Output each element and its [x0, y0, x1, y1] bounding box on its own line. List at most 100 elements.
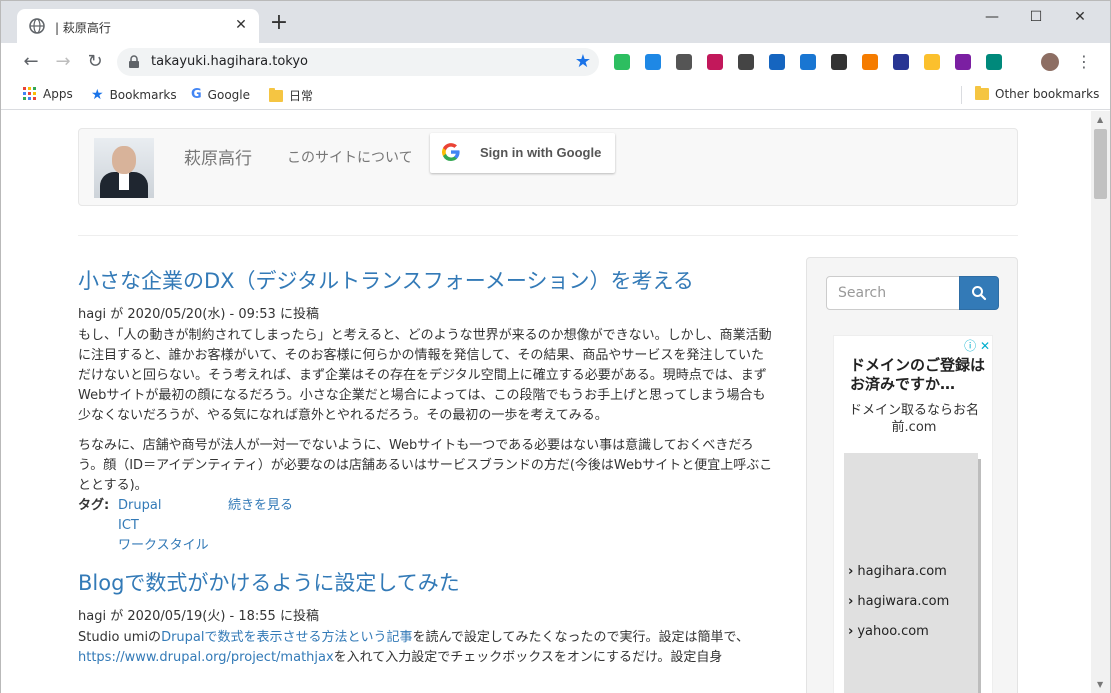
ad-subtext: ドメイン取るならお名前.com	[848, 403, 979, 435]
bookmark-apps[interactable]: Apps	[23, 87, 73, 101]
ad-scroll-bar	[978, 459, 981, 693]
page-scrollbar[interactable]: ▲ ▼	[1091, 111, 1110, 693]
tab-title: | 萩原高行	[55, 21, 111, 35]
chevron-right-icon: ›	[848, 564, 854, 579]
ad-link-label: yahoo.com	[857, 624, 929, 639]
key-extension-icon[interactable]	[831, 54, 847, 70]
url-text: takayuki.hagihara.tokyo	[151, 54, 309, 69]
article-inline-link[interactable]: Drupalで数式を表示させる方法という記事	[161, 630, 412, 645]
address-bar[interactable]: takayuki.hagihara.tokyo ★	[117, 48, 599, 76]
bookmark-star-icon[interactable]: ★	[575, 52, 591, 72]
google-signin-label: Sign in with Google	[480, 145, 602, 160]
tag-link[interactable]: Drupal	[118, 496, 161, 516]
article-tags: タグ: Drupal ICT ワークスタイル 続きを見る	[78, 496, 773, 558]
article-body: Studio umiのDrupalで数式を表示させる方法という記事を読んで設定し…	[78, 628, 773, 668]
ad-headline: ドメインのご登録はお済みですか…	[850, 356, 986, 393]
sidebar: Search ⓘ ✕ ドメインのご登録はお済みですか… ドメイン取るならお名前.…	[806, 257, 1018, 693]
article-paragraph: Studio umiのDrupalで数式を表示させる方法という記事を読んで設定し…	[78, 628, 773, 668]
article-title-link[interactable]: Blogで数式がかけるように設定してみた	[78, 568, 773, 598]
tab-close-icon[interactable]: ✕	[233, 17, 249, 33]
tab-strip: | 萩原高行 ✕ + — ☐ ✕	[1, 1, 1110, 43]
google-g-icon: G	[191, 87, 202, 102]
ad-link-label: hagiwara.com	[857, 594, 950, 609]
folder-icon	[269, 87, 283, 102]
article: 小さな企業のDX（デジタルトランスフォーメーション）を考える hagi が 20…	[78, 266, 773, 558]
a-extension-icon[interactable]	[986, 54, 1002, 70]
google-signin-button[interactable]: Sign in with Google	[430, 133, 615, 173]
article-paragraph: ちなみに、店舗や商号が法人が一対一でないように、Webサイトも一つである必要はな…	[78, 438, 773, 493]
text-span: を入れて入力設定でチェックボックスをオンにするだけ。設定自身	[333, 650, 723, 665]
article-paragraph: もし、「人の動きが制約されてしまったら」と考えると、どのような世界が来るのか想像…	[78, 328, 772, 423]
bookmark-bookmarks[interactable]: ★ Bookmarks	[91, 87, 177, 103]
triangle-extension-icon[interactable]	[800, 54, 816, 70]
tags-label: タグ:	[78, 498, 110, 513]
search-input[interactable]: Search	[826, 276, 960, 310]
id-extension-icon[interactable]	[769, 54, 785, 70]
avatar-face	[112, 146, 136, 174]
ad-link-label: hagihara.com	[857, 564, 947, 579]
ad-link[interactable]: › yahoo.com	[848, 624, 929, 639]
new-tab-button[interactable]: +	[269, 12, 289, 34]
circle-extension-icon[interactable]	[676, 54, 692, 70]
star-icon: ★	[91, 87, 104, 103]
bookmark-google-label: Google	[207, 87, 250, 102]
search-icon	[972, 286, 987, 301]
scrollbar-thumb[interactable]	[1094, 129, 1107, 199]
chevron-right-icon: ›	[848, 594, 854, 609]
text-span: Studio umiの	[78, 630, 162, 645]
maximize-button[interactable]: ☐	[1013, 7, 1059, 27]
edge-extension-icon[interactable]	[645, 54, 661, 70]
bookmark-other-label: Other bookmarks	[995, 87, 1100, 101]
article-meta: hagi が 2020/05/19(火) - 18:55 に投稿	[78, 609, 319, 624]
divider	[78, 235, 1018, 236]
text-span: を読んで設定してみたくなったので実行。設定は簡単で、	[412, 630, 749, 645]
site-navbar: 萩原高行 このサイトについて Sign in with Google	[78, 128, 1018, 206]
folder-icon	[975, 86, 989, 100]
forward-arrow-icon[interactable]: →	[51, 50, 75, 74]
clipboard-extension-icon[interactable]	[893, 54, 909, 70]
browser-tab[interactable]: | 萩原高行 ✕	[17, 9, 259, 43]
nav-about-link[interactable]: このサイトについて	[287, 147, 413, 167]
site-brand[interactable]: 萩原高行	[184, 144, 252, 169]
mail-extension-icon[interactable]	[738, 54, 754, 70]
bookmark-google[interactable]: G Google	[191, 87, 250, 102]
minimize-button[interactable]: —	[969, 7, 1015, 27]
bookmark-bookmarks-label: Bookmarks	[109, 88, 177, 102]
ad-link[interactable]: › hagihara.com	[848, 564, 947, 579]
browser-window: | 萩原高行 ✕ + — ☐ ✕ ← → ↻ takayuki.hagihara…	[0, 0, 1111, 693]
bookmarks-divider	[961, 86, 962, 104]
hand-extension-icon[interactable]	[924, 54, 940, 70]
bookmark-apps-label: Apps	[43, 87, 73, 101]
adchoices-icon[interactable]: ⓘ ✕	[964, 337, 990, 354]
article-meta: hagi が 2020/05/20(水) - 09:53 に投稿	[78, 307, 319, 322]
profile-avatar[interactable]	[1041, 53, 1059, 71]
google-g-icon	[442, 143, 460, 161]
browser-toolbar: ← → ↻ takayuki.hagihara.tokyo ★ ⋮	[1, 43, 1110, 81]
onenote-extension-icon[interactable]	[955, 54, 971, 70]
article-title-link[interactable]: 小さな企業のDX（デジタルトランスフォーメーション）を考える	[78, 266, 773, 296]
main-content: 小さな企業のDX（デジタルトランスフォーメーション）を考える hagi が 20…	[78, 266, 773, 678]
bookmarks-bar: Apps ★ Bookmarks G Google 日常 Other bookm…	[1, 81, 1110, 110]
tag-link[interactable]: ICT	[118, 516, 139, 536]
page-content: 萩原高行 このサイトについて Sign in with Google 小さな企業…	[1, 111, 1091, 693]
tag-link[interactable]: ワークスタイル	[118, 536, 209, 556]
back-arrow-icon[interactable]: ←	[19, 50, 43, 74]
rocket-extension-icon[interactable]	[862, 54, 878, 70]
chevron-right-icon: ›	[848, 624, 854, 639]
bookmark-other[interactable]: Other bookmarks	[975, 86, 1100, 101]
menu-dots-icon[interactable]: ⋮	[1076, 53, 1092, 71]
close-window-button[interactable]: ✕	[1057, 7, 1103, 27]
bookmark-folder-daily-label: 日常	[289, 89, 314, 103]
site-avatar[interactable]	[94, 138, 154, 198]
reload-icon[interactable]: ↻	[83, 50, 107, 74]
ad-banner[interactable]: ⓘ ✕ ドメインのご登録はお済みですか… ドメイン取るならお名前.com › ha…	[833, 335, 993, 693]
ad-link[interactable]: › hagiwara.com	[848, 594, 949, 609]
article-inline-link[interactable]: https://www.drupal.org/project/mathjax	[78, 650, 334, 665]
scroll-down-arrow-icon[interactable]: ▼	[1097, 680, 1103, 689]
scroll-up-arrow-icon[interactable]: ▲	[1097, 115, 1103, 124]
bookmark-folder-daily[interactable]: 日常	[269, 87, 313, 104]
evernote-extension-icon[interactable]	[614, 54, 630, 70]
read-more-link[interactable]: 続きを見る	[228, 496, 293, 516]
search-button[interactable]	[959, 276, 999, 310]
color-extension-icon[interactable]	[707, 54, 723, 70]
